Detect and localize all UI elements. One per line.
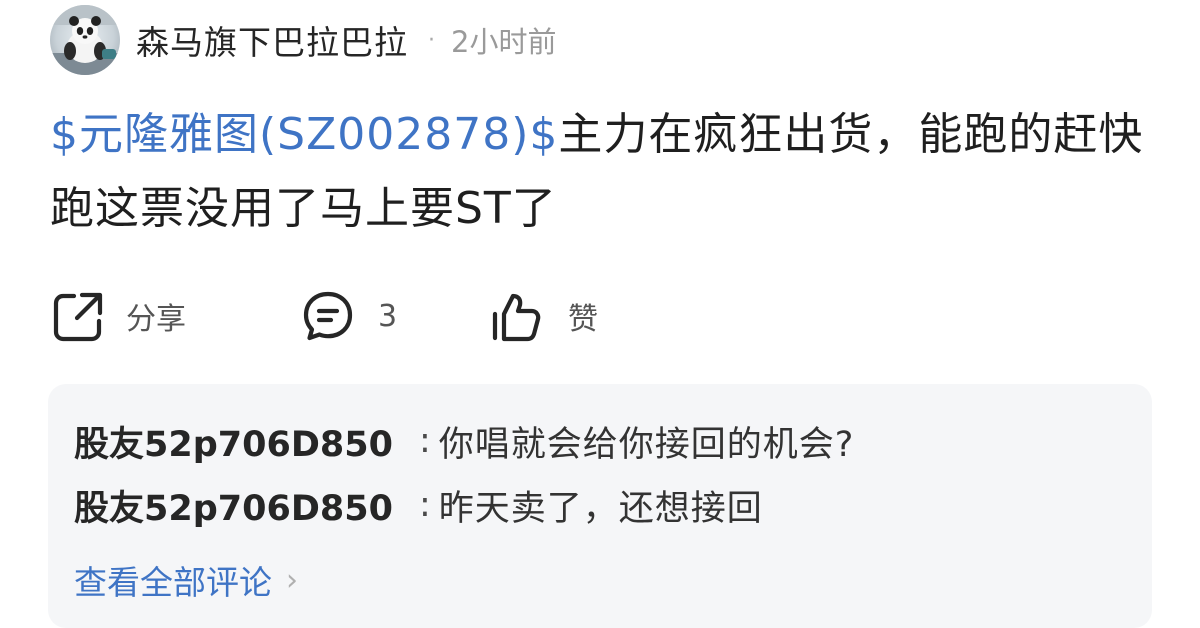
like-button[interactable]: 赞 [488, 288, 688, 344]
chevron-right-icon: › [286, 562, 298, 598]
post-card: 森马旗下巴拉巴拉 · 2小时前 $元隆雅图(SZ002878)$主力在疯狂出货，… [0, 0, 1200, 628]
comment-count: 3 [378, 298, 398, 334]
commenter-name[interactable]: 股友52p706D850 [74, 416, 393, 467]
comment-bubble-icon [300, 288, 356, 344]
comment-separator: : [418, 485, 431, 525]
thumbs-up-icon [488, 288, 544, 344]
stock-tag-link[interactable]: $元隆雅图(SZ002878)$ [50, 109, 558, 160]
post-content: $元隆雅图(SZ002878)$主力在疯狂出货，能跑的赶快跑这票没用了马上要ST… [50, 98, 1160, 246]
author-name[interactable]: 森马旗下巴拉巴拉 [136, 16, 408, 64]
view-all-label: 查看全部评论 [74, 563, 272, 602]
comment-text: 昨天卖了，还想接回 [438, 488, 763, 529]
panda-icon [50, 5, 120, 75]
comments-panel: 股友52p706D850 : 你唱就会给你接回的机会? 股友52p706D850… [48, 384, 1152, 628]
share-button[interactable]: 分享 [50, 288, 300, 344]
share-label: 分享 [126, 302, 186, 337]
commenter-name[interactable]: 股友52p706D850 [74, 480, 393, 531]
post-header: 森马旗下巴拉巴拉 · 2小时前 [50, 4, 556, 76]
comment-text: 你唱就会给你接回的机会? [438, 424, 855, 465]
comment-separator: : [418, 421, 431, 461]
comment-item[interactable]: 股友52p706D850 : 昨天卖了，还想接回 [74, 480, 763, 530]
like-label: 赞 [568, 302, 598, 337]
separator-dot: · [428, 27, 435, 53]
comment-button[interactable]: 3 [300, 288, 488, 344]
share-icon [50, 288, 106, 344]
comment-item[interactable]: 股友52p706D850 : 你唱就会给你接回的机会? [74, 416, 854, 466]
view-all-comments-link[interactable]: 查看全部评论 › [74, 556, 298, 604]
post-time: 2小时前 [451, 25, 557, 59]
action-bar: 分享 3 赞 [50, 284, 688, 348]
avatar[interactable] [50, 5, 120, 75]
